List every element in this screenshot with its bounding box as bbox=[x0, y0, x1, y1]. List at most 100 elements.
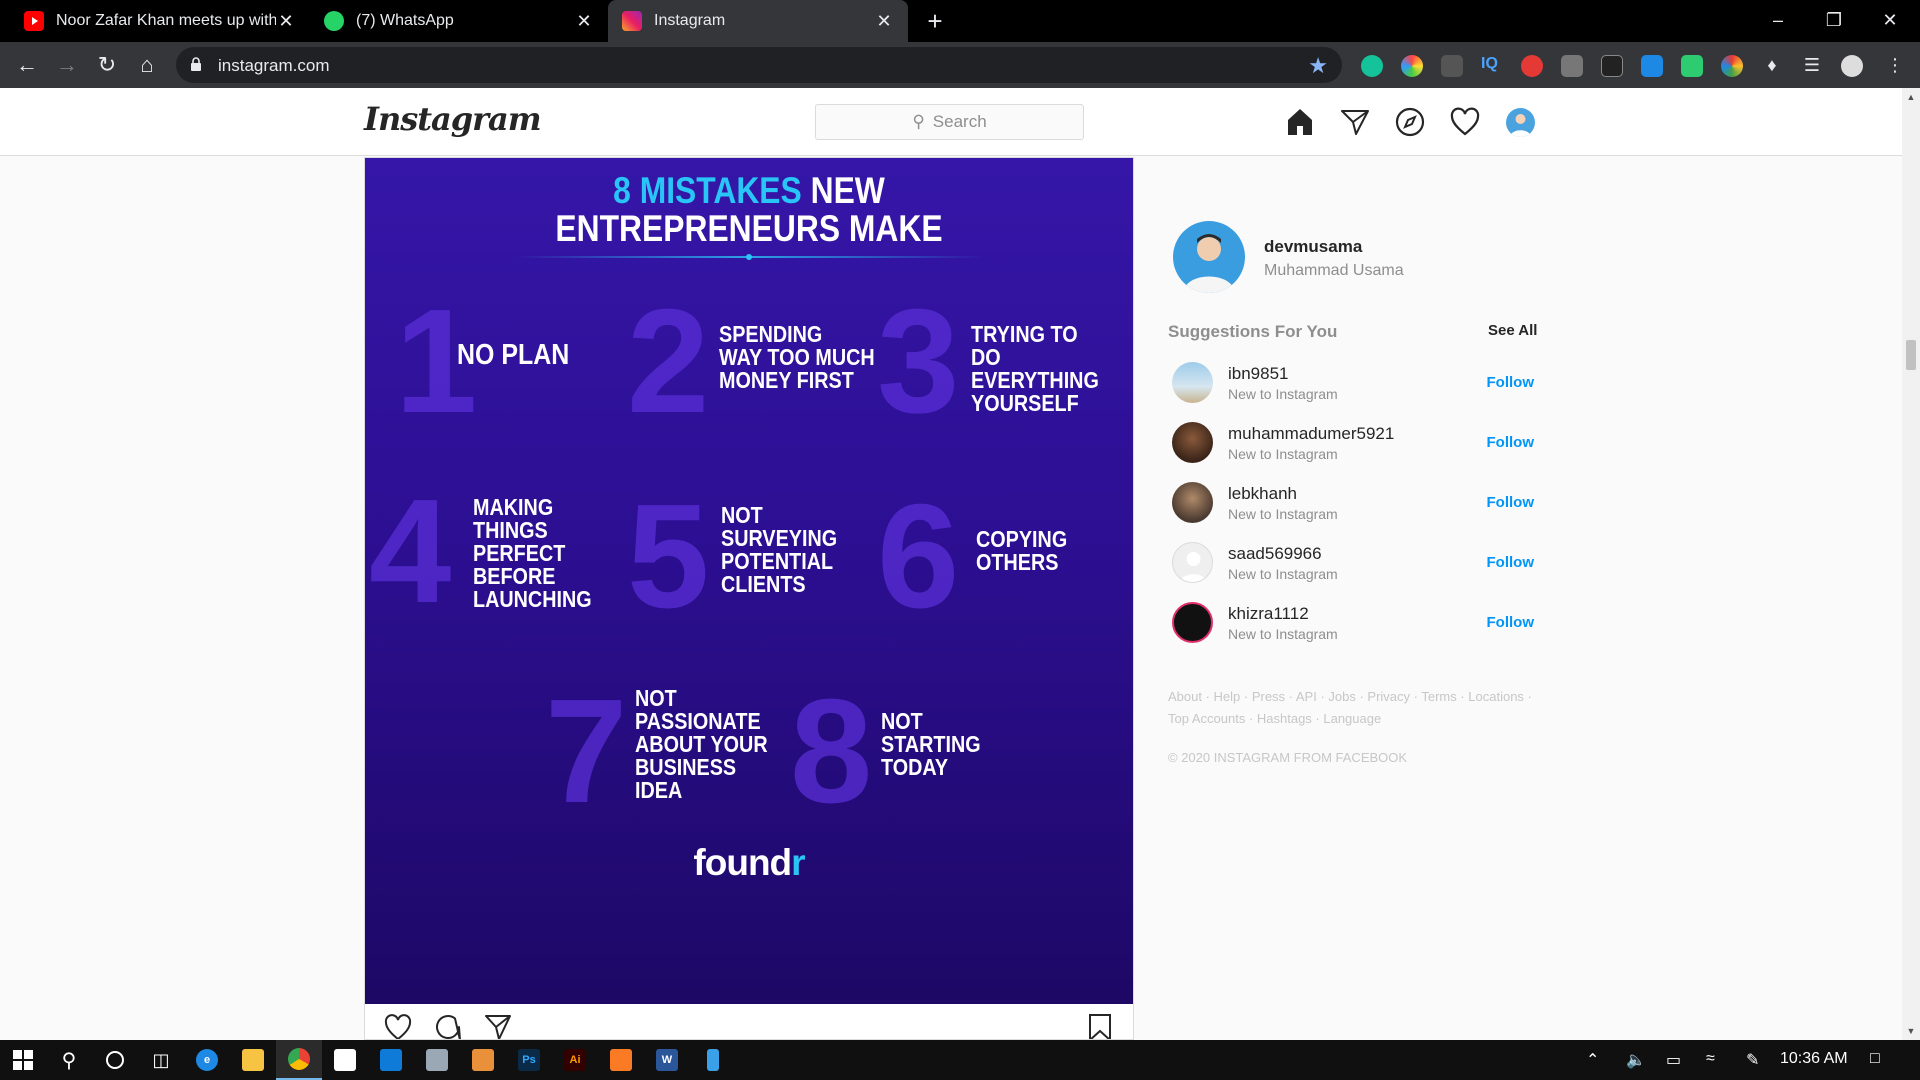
share-icon[interactable] bbox=[483, 1012, 513, 1040]
direct-messages-icon[interactable] bbox=[1339, 106, 1371, 138]
suggestion-avatar[interactable] bbox=[1172, 362, 1213, 403]
color-picker-extension-icon[interactable] bbox=[1401, 55, 1423, 77]
address-bar[interactable]: instagram.com ★ bbox=[176, 47, 1342, 83]
task-view-icon[interactable]: ◫ bbox=[138, 1040, 184, 1080]
scroll-up-arrow-icon[interactable]: ▲ bbox=[1906, 92, 1916, 102]
post-title-highlight: 8 MISTAKES bbox=[613, 170, 802, 211]
suggestion-avatar[interactable] bbox=[1172, 482, 1213, 523]
page-scrollbar[interactable]: ▲ ▼ bbox=[1902, 88, 1920, 1040]
close-window-button[interactable]: ✕ bbox=[1862, 0, 1918, 42]
post-image[interactable]: 8 MISTAKES NEW ENTREPRENEURS MAKE 1 NO P… bbox=[365, 158, 1133, 1004]
follow-button[interactable]: Follow bbox=[1487, 434, 1535, 451]
current-username[interactable]: devmusama bbox=[1264, 237, 1362, 257]
volume-icon[interactable]: 🔈 bbox=[1626, 1050, 1646, 1070]
follow-button[interactable]: Follow bbox=[1487, 374, 1535, 391]
windows-taskbar: ⚲ ◫ e Ps Ai W ⌃ 🔈 ▭ ≈ ✎ 10:36 AM □ bbox=[0, 1040, 1920, 1080]
scroll-down-arrow-icon[interactable]: ▼ bbox=[1906, 1026, 1916, 1036]
activity-heart-icon[interactable] bbox=[1449, 106, 1481, 138]
tb-extension-icon[interactable] bbox=[1561, 55, 1583, 77]
illustrator-icon[interactable]: Ai bbox=[552, 1040, 598, 1080]
profile-avatar-nav[interactable] bbox=[1506, 108, 1535, 137]
mistake-text: SPENDING WAY TOO MUCH MONEY FIRST bbox=[719, 321, 875, 393]
cortana-icon[interactable] bbox=[92, 1040, 138, 1080]
minimize-button[interactable]: – bbox=[1750, 0, 1806, 42]
store-icon[interactable] bbox=[322, 1040, 368, 1080]
start-windows-icon[interactable] bbox=[0, 1040, 46, 1080]
mistake-number: 8 bbox=[790, 669, 873, 834]
suggestion-subtitle: New to Instagram bbox=[1228, 626, 1338, 642]
home-nav-icon[interactable] bbox=[1284, 106, 1316, 138]
suggestion-avatar[interactable] bbox=[1172, 422, 1213, 463]
back-icon[interactable]: ← bbox=[12, 50, 42, 80]
tab-close-button[interactable]: ✕ bbox=[874, 11, 894, 32]
new-tab-button[interactable]: + bbox=[920, 6, 950, 36]
whatsapp-icon bbox=[324, 11, 344, 31]
bookmark-star-icon[interactable]: ★ bbox=[1308, 53, 1328, 79]
word-icon[interactable]: W bbox=[644, 1040, 690, 1080]
photos-icon[interactable] bbox=[460, 1040, 506, 1080]
colorful-extension-icon[interactable] bbox=[1721, 55, 1743, 77]
mail-icon[interactable] bbox=[368, 1040, 414, 1080]
current-user-avatar[interactable] bbox=[1173, 221, 1245, 293]
suggestion-username[interactable]: lebkhanh bbox=[1228, 484, 1297, 504]
explore-compass-icon[interactable] bbox=[1394, 106, 1426, 138]
camera-icon[interactable] bbox=[414, 1040, 460, 1080]
reload-icon[interactable]: ↻ bbox=[92, 50, 122, 80]
tab-whatsapp[interactable]: (7) WhatsApp ✕ bbox=[310, 0, 608, 42]
cube-extension-icon[interactable] bbox=[1601, 55, 1623, 77]
tab-close-button[interactable]: ✕ bbox=[574, 11, 594, 32]
follow-button[interactable]: Follow bbox=[1487, 614, 1535, 631]
restore-button[interactable]: ❐ bbox=[1806, 0, 1862, 42]
like-heart-icon[interactable] bbox=[383, 1012, 413, 1040]
record-extension-icon[interactable] bbox=[1521, 55, 1543, 77]
tab-instagram[interactable]: Instagram ✕ bbox=[608, 0, 908, 42]
comment-icon[interactable] bbox=[433, 1012, 463, 1040]
menu-kebab-icon[interactable]: ⋮ bbox=[1884, 55, 1906, 77]
suggestion-username[interactable]: saad569966 bbox=[1228, 544, 1322, 564]
xampp-icon[interactable] bbox=[598, 1040, 644, 1080]
notepad-icon[interactable] bbox=[690, 1040, 736, 1080]
file-explorer-icon[interactable] bbox=[230, 1040, 276, 1080]
chrome-taskbar-icon[interactable] bbox=[276, 1040, 322, 1080]
iq-extension-icon[interactable]: IQ bbox=[1481, 55, 1503, 77]
profile-avatar-icon[interactable] bbox=[1841, 55, 1863, 77]
home-icon[interactable]: ⌂ bbox=[132, 50, 162, 80]
media-control-icon[interactable]: ☰ bbox=[1801, 55, 1823, 77]
suggestion-avatar-story-ring[interactable] bbox=[1172, 602, 1213, 643]
tab-close-button[interactable]: ✕ bbox=[276, 11, 296, 32]
pen-ink-icon[interactable]: ✎ bbox=[1746, 1050, 1759, 1070]
mistake-text: TRYING TO DO EVERYTHING YOURSELF bbox=[971, 321, 1099, 416]
pen-extension-icon[interactable] bbox=[1441, 55, 1463, 77]
battery-icon[interactable]: ▭ bbox=[1666, 1050, 1681, 1070]
footer-links-line2[interactable]: Top Accounts · Hashtags · Language bbox=[1168, 708, 1548, 730]
scrollbar-thumb[interactable] bbox=[1906, 340, 1916, 370]
save-bookmark-icon[interactable] bbox=[1085, 1012, 1115, 1040]
instagram-header: Instagram ⚲ Search bbox=[0, 88, 1902, 156]
taskbar-clock[interactable]: 10:36 AM bbox=[1780, 1050, 1848, 1068]
default-avatar-icon[interactable] bbox=[1172, 542, 1213, 583]
mistake-number: 6 bbox=[877, 474, 960, 639]
tab-youtube[interactable]: Noor Zafar Khan meets up with V ✕ bbox=[10, 0, 310, 42]
blue-extension-icon[interactable] bbox=[1641, 55, 1663, 77]
follow-button[interactable]: Follow bbox=[1487, 494, 1535, 511]
w-extension-icon[interactable] bbox=[1681, 55, 1703, 77]
search-input[interactable]: ⚲ Search bbox=[815, 104, 1084, 140]
edge-icon[interactable]: e bbox=[184, 1040, 230, 1080]
wifi-icon[interactable]: ≈ bbox=[1706, 1050, 1715, 1068]
suggestion-username[interactable]: khizra1112 bbox=[1228, 604, 1309, 624]
extensions-puzzle-icon[interactable]: ♦ bbox=[1761, 55, 1783, 77]
suggestion-subtitle: New to Instagram bbox=[1228, 386, 1338, 402]
notifications-icon[interactable]: □ bbox=[1870, 1050, 1880, 1068]
show-hidden-icons-icon[interactable]: ⌃ bbox=[1586, 1050, 1599, 1070]
taskbar-search-icon[interactable]: ⚲ bbox=[46, 1040, 92, 1080]
grammarly-extension-icon[interactable] bbox=[1361, 55, 1383, 77]
suggestion-username[interactable]: muhammadumer5921 bbox=[1228, 424, 1394, 444]
instagram-logo[interactable]: Instagram bbox=[364, 100, 542, 138]
suggestion-username[interactable]: ibn9851 bbox=[1228, 364, 1289, 384]
photoshop-icon[interactable]: Ps bbox=[506, 1040, 552, 1080]
youtube-icon bbox=[24, 11, 44, 31]
footer-links-line1[interactable]: About · Help · Press · API · Jobs · Priv… bbox=[1168, 686, 1548, 708]
forward-icon[interactable]: → bbox=[52, 50, 82, 80]
see-all-link[interactable]: See All bbox=[1488, 322, 1537, 339]
follow-button[interactable]: Follow bbox=[1487, 554, 1535, 571]
